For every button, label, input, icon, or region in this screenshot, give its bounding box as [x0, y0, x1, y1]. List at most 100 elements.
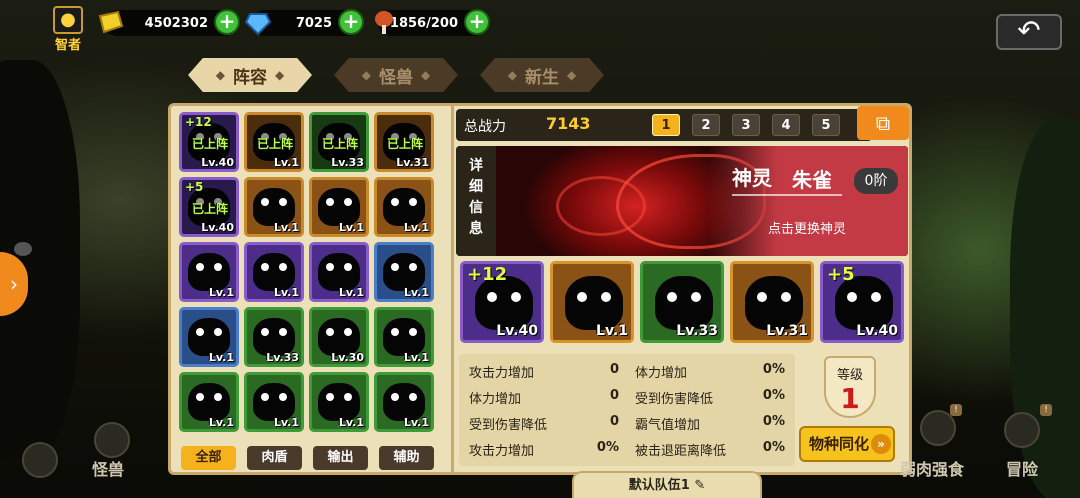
add-gem-button[interactable]: +: [338, 9, 364, 35]
nav-adventure[interactable]: 冒险: [1006, 456, 1038, 480]
nav-alert-badge: !: [950, 404, 962, 416]
gem-value: 7025: [295, 15, 332, 31]
gem-icon: [244, 13, 272, 36]
chat-bubble-icon[interactable]: [14, 242, 32, 256]
stat-label: 攻击力增加: [469, 366, 535, 381]
roster-monster-card[interactable]: Lv.1: [374, 242, 434, 302]
team-member-card[interactable]: +5 Lv.40: [820, 261, 904, 343]
monster-nav-icon[interactable]: [94, 422, 130, 458]
power-bar: 总战力 7143 1 2 3 4 5: [456, 109, 872, 141]
adventure-compass-icon[interactable]: [1004, 412, 1040, 448]
roster-monster-card[interactable]: Lv.1: [244, 177, 304, 237]
nav-predator[interactable]: 弱肉强食: [900, 456, 964, 480]
monster-level: Lv.1: [596, 323, 628, 339]
roster-monster-card[interactable]: +5 已上阵 Lv.40: [179, 177, 239, 237]
monster-level: Lv.40: [201, 156, 234, 169]
stat-label: 受到伤害降低: [469, 418, 548, 433]
monster-level: Lv.40: [856, 323, 898, 339]
roster-monster-card[interactable]: Lv.1: [179, 242, 239, 302]
roster-monster-card[interactable]: Lv.1: [309, 177, 369, 237]
change-god-hint[interactable]: 点击更换神灵: [768, 218, 846, 237]
tab-label: 阵容: [233, 67, 267, 88]
power-value: 7143: [546, 114, 591, 133]
stat-value: 0%: [762, 362, 785, 377]
filter-dps-button[interactable]: 输出: [313, 446, 368, 470]
wise-badge[interactable]: ● 智者: [48, 6, 88, 53]
roster-monster-card[interactable]: Lv.1: [179, 372, 239, 432]
tab-rebirth[interactable]: ◆ 新生 ◆: [480, 58, 604, 92]
team-member-card[interactable]: Lv.31: [730, 261, 814, 343]
filter-all-button[interactable]: 全部: [181, 446, 236, 470]
nav-alert-badge: !: [1040, 404, 1052, 416]
team-member-card[interactable]: Lv.33: [640, 261, 724, 343]
role-filters: 全部 肉盾 输出 辅助: [181, 446, 434, 470]
filter-support-button[interactable]: 辅助: [379, 446, 434, 470]
level-shield: 等级 1: [824, 356, 876, 418]
details-side-tab[interactable]: 详细信息: [456, 146, 496, 256]
back-button[interactable]: ↶: [996, 14, 1062, 50]
upgrade-plus-label: +5: [827, 264, 855, 285]
team-stats: 攻击力增加 0 体力增加 0 受到伤害降低 0 攻击力增加 0% 体力增加 0%…: [459, 354, 795, 466]
roster-monster-card[interactable]: Lv.1: [309, 242, 369, 302]
monster-level: Lv.1: [273, 156, 299, 169]
double-chevron-icon: »: [871, 434, 891, 454]
roster-monster-card[interactable]: Lv.1: [179, 307, 239, 367]
resource-bar: ● 智者 4502302 + 7025 + 1856/200 + ↶: [0, 6, 1080, 53]
team-slot-3-button[interactable]: 3: [732, 114, 760, 136]
panel-divider: [451, 106, 454, 472]
filter-tank-button[interactable]: 肉盾: [247, 446, 302, 470]
species-sync-button[interactable]: 物种同化 »: [799, 426, 895, 462]
meat-counter: 1856/200 +: [375, 9, 490, 36]
roster-monster-card[interactable]: Lv.1: [374, 372, 434, 432]
roster-monster-card[interactable]: Lv.1: [374, 307, 434, 367]
team-slot-5-button[interactable]: 5: [812, 114, 840, 136]
monster-roster: +12 已上阵 Lv.40 已上阵 Lv.1 已上阵 Lv.33 已上阵 Lv.31 +5 已上阵 L…: [179, 112, 443, 444]
stat-value: 0%: [762, 388, 785, 403]
stat-label: 攻击力增加: [469, 444, 535, 459]
stat-value: 0%: [762, 414, 785, 429]
roster-monster-card[interactable]: Lv.1: [374, 177, 434, 237]
swap-team-button[interactable]: ⧉: [857, 106, 909, 140]
lightbulb-icon: ●: [53, 6, 83, 34]
roster-monster-card[interactable]: Lv.30: [309, 307, 369, 367]
stat-label: 体力增加: [635, 366, 688, 381]
monster-level: Lv.33: [676, 323, 718, 339]
roster-monster-card[interactable]: +12 已上阵 Lv.40: [179, 112, 239, 172]
stat-value: 0: [609, 362, 619, 377]
compass-icon[interactable]: [22, 442, 58, 478]
add-meat-button[interactable]: +: [464, 9, 490, 35]
roster-monster-card[interactable]: 已上阵 Lv.31: [374, 112, 434, 172]
roster-monster-card[interactable]: Lv.1: [309, 372, 369, 432]
roster-monster-card[interactable]: 已上阵 Lv.33: [309, 112, 369, 172]
monster-level: Lv.1: [208, 351, 234, 364]
default-team-tab[interactable]: 默认队伍1 ✎: [572, 471, 762, 498]
monster-level: Lv.1: [403, 221, 429, 234]
roster-monster-card[interactable]: 已上阵 Lv.1: [244, 112, 304, 172]
tab-lineup[interactable]: ◆ 阵容 ◆: [188, 58, 312, 92]
add-gold-button[interactable]: +: [214, 9, 240, 35]
pencil-icon: ✎: [694, 478, 706, 493]
stat-value: 0%: [762, 440, 785, 455]
monster-level: Lv.1: [403, 416, 429, 429]
roster-monster-card[interactable]: Lv.1: [244, 242, 304, 302]
roster-monster-card[interactable]: Lv.33: [244, 307, 304, 367]
monster-level: Lv.40: [496, 323, 538, 339]
team-member-card[interactable]: Lv.1: [550, 261, 634, 343]
roster-monster-card[interactable]: Lv.1: [244, 372, 304, 432]
nav-monsters[interactable]: 怪兽: [92, 456, 124, 480]
team-slot-1-button[interactable]: 1: [652, 114, 680, 136]
monster-level: Lv.40: [201, 221, 234, 234]
monster-level: Lv.1: [208, 286, 234, 299]
team-slot-4-button[interactable]: 4: [772, 114, 800, 136]
team-slot-2-button[interactable]: 2: [692, 114, 720, 136]
team-member-card[interactable]: +12 Lv.40: [460, 261, 544, 343]
stat-label: 被击退距离降低: [635, 444, 727, 459]
deployed-label: 已上阵: [256, 137, 293, 151]
gold-value: 4502302: [144, 15, 208, 31]
name-underline: [732, 194, 842, 196]
monster-silhouette-icon: [745, 276, 803, 330]
gem-counter: 7025 +: [244, 9, 364, 36]
guardian-god-banner[interactable]: 详细信息 神灵 朱雀 0阶 点击更换神灵: [456, 146, 908, 256]
deployed-label: 已上阵: [386, 137, 423, 151]
tab-monsters[interactable]: ◆ 怪兽 ◆: [334, 58, 458, 92]
